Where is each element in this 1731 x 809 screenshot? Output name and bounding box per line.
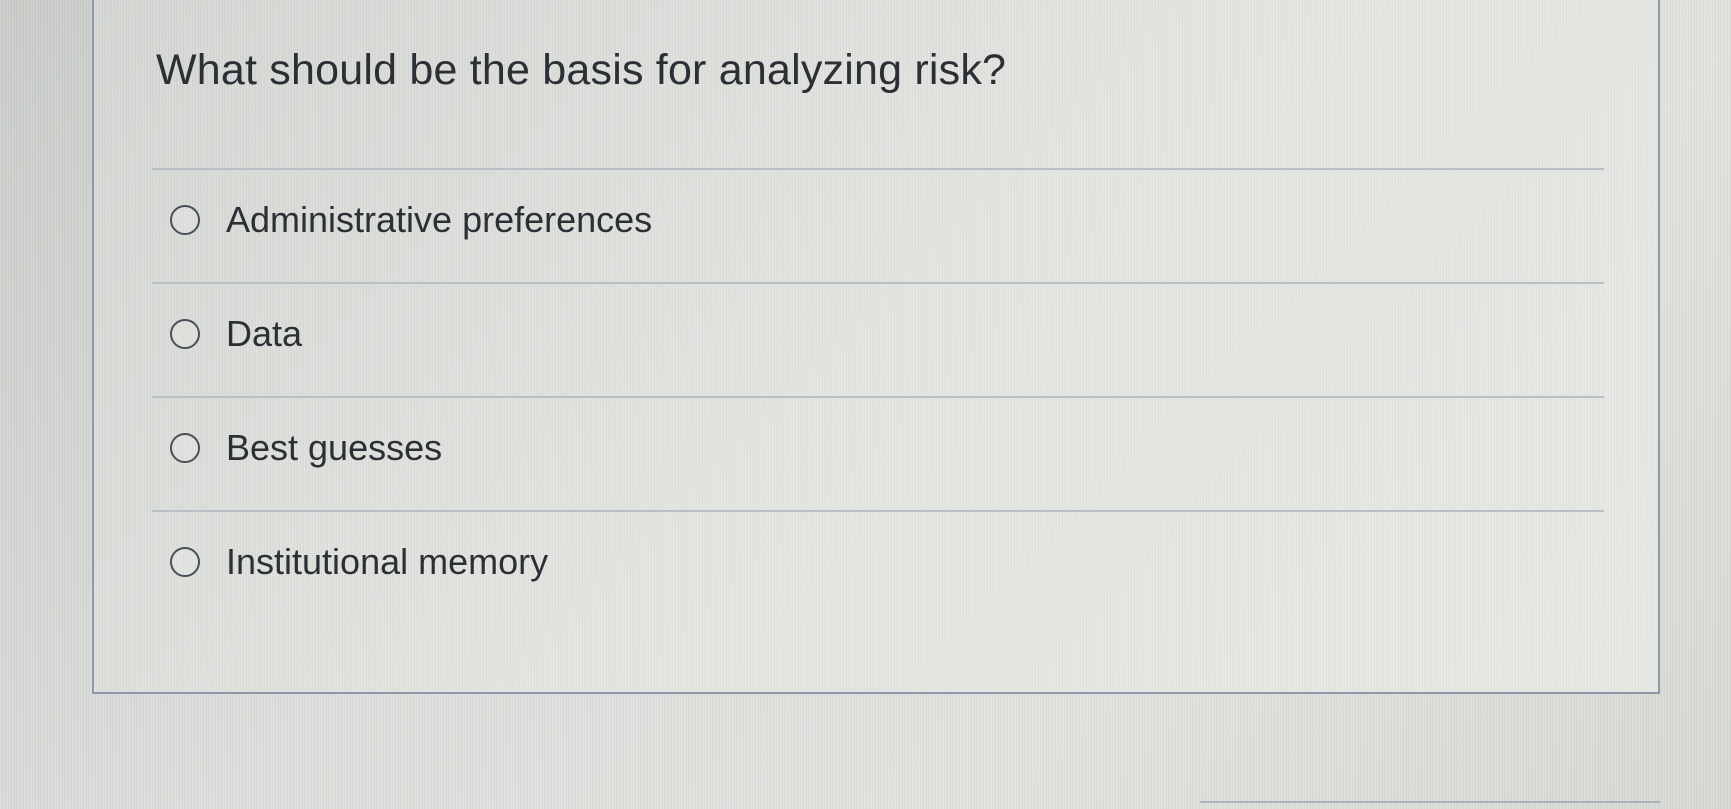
answer-option-text: Institutional memory (226, 541, 549, 582)
question-text: What should be the basis for analyzing r… (156, 46, 1007, 94)
radio-button-icon[interactable] (170, 205, 200, 235)
answer-option-label-4[interactable]: Institutional memory (152, 532, 548, 592)
answer-option: Administrative preferences (152, 168, 1604, 282)
radio-button-icon[interactable] (170, 319, 200, 349)
answer-option-label-1[interactable]: Administrative preferences (152, 190, 652, 250)
answer-option-text: Data (226, 313, 303, 354)
question-card: What should be the basis for analyzing r… (92, 0, 1660, 694)
answer-option: Data (152, 282, 1604, 396)
answer-options: Administrative preferences Data Best gue… (152, 168, 1604, 624)
answer-option-label-2[interactable]: Data (152, 304, 302, 364)
answer-option: Institutional memory (152, 510, 1604, 624)
answer-option-label-3[interactable]: Best guesses (152, 418, 442, 478)
answer-option-text: Administrative preferences (226, 199, 653, 240)
radio-button-icon[interactable] (170, 547, 200, 577)
page-bottom-divider (1200, 801, 1660, 803)
radio-button-icon[interactable] (170, 433, 200, 463)
answer-option-text: Best guesses (226, 427, 443, 468)
answer-option: Best guesses (152, 396, 1604, 510)
quiz-screen: What should be the basis for analyzing r… (0, 0, 1731, 809)
